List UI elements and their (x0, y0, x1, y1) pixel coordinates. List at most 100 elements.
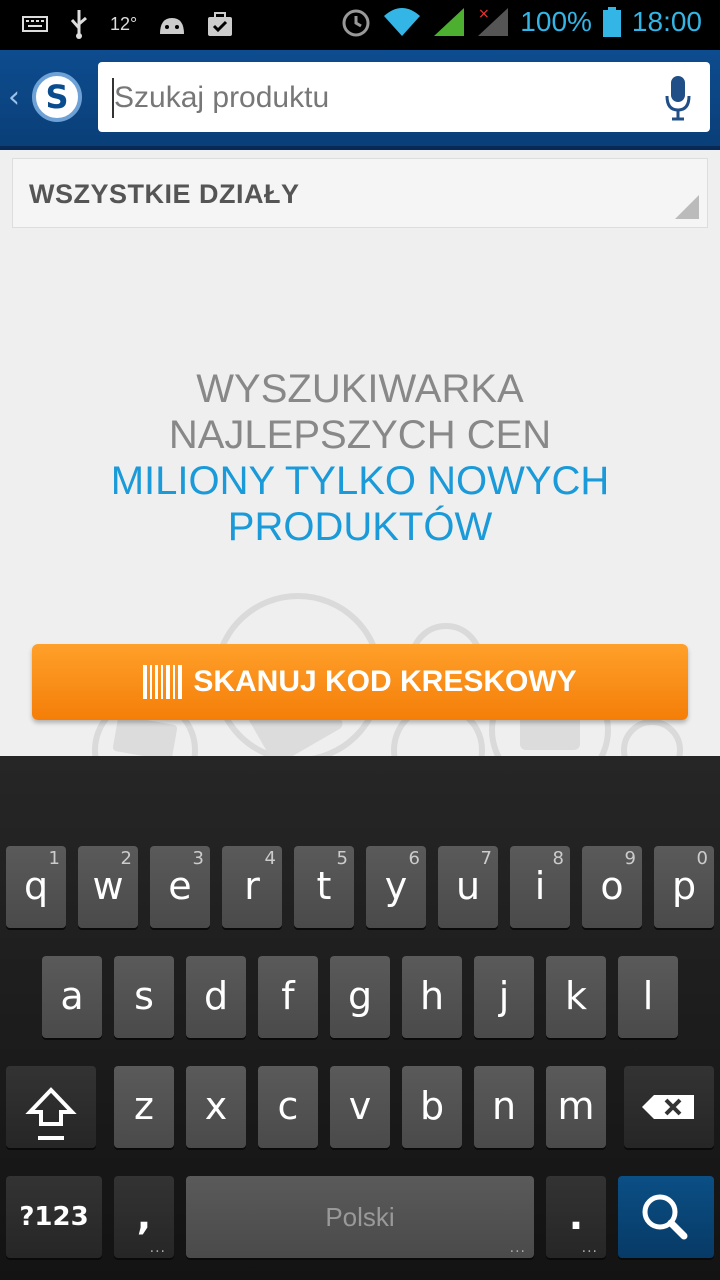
key-m[interactable]: m (546, 1066, 606, 1148)
key-z[interactable]: z (114, 1066, 174, 1148)
key-label: c (277, 1084, 299, 1128)
key-g[interactable]: g (330, 956, 390, 1038)
comma-label: , (136, 1194, 152, 1238)
key-label: i (534, 864, 546, 908)
key-label: k (564, 974, 587, 1018)
briefcase-check-icon (208, 12, 233, 36)
key-p[interactable]: 0p (654, 846, 714, 928)
wifi-icon (384, 8, 421, 36)
key-h[interactable]: h (402, 956, 462, 1038)
key-x[interactable]: x (186, 1066, 246, 1148)
android-icon (160, 18, 185, 34)
key-k[interactable]: k (546, 956, 606, 1038)
comma-key[interactable]: , ... (114, 1176, 174, 1258)
key-label: a (60, 974, 84, 1018)
period-label: . (568, 1194, 584, 1238)
space-language-label: Polski (325, 1202, 395, 1232)
key-t[interactable]: 5t (294, 846, 354, 928)
back-chevron-icon[interactable]: ‹ (8, 80, 20, 115)
headline-line3: MILIONY TYLKO NOWYCH (110, 459, 610, 503)
key-label: l (642, 974, 654, 1018)
temperature-text: 12° (110, 13, 138, 34)
barcode-icon (143, 665, 183, 699)
scan-button-label: SKANUJ KOD KRESKOWY (193, 665, 577, 698)
key-label: f (281, 974, 295, 1018)
logo-letter: S (45, 78, 69, 116)
search-icon (642, 1194, 688, 1240)
key-r[interactable]: 4r (222, 846, 282, 928)
key-u[interactable]: 7u (438, 846, 498, 928)
spinner-arrow-icon (675, 195, 699, 219)
key-label: g (347, 974, 373, 1018)
key-label: x (204, 1084, 228, 1128)
keyboard-icon (22, 16, 48, 32)
key-label: t (316, 864, 332, 908)
key-label: b (419, 1084, 445, 1128)
key-n[interactable]: n (474, 1066, 534, 1148)
key-v[interactable]: v (330, 1066, 390, 1148)
backspace-icon (642, 1095, 694, 1119)
key-label: y (384, 864, 408, 908)
key-i[interactable]: 8i (510, 846, 570, 928)
key-label: q (23, 864, 49, 908)
search-input[interactable] (112, 72, 636, 124)
headline: WYSZUKIWARKA NAJLEPSZYCH CEN MILIONY TYL… (0, 366, 720, 550)
search-key[interactable] (618, 1176, 714, 1258)
usb-icon (70, 10, 87, 39)
text-cursor (112, 78, 114, 118)
signal-icon (434, 8, 465, 36)
deco-tablet-icon (112, 715, 178, 756)
key-label: j (498, 974, 510, 1018)
key-label: e (168, 864, 192, 908)
soft-keyboard: 1q 2w 3e 4r 5t 6y 7u 8i 9o 0p a s d f g … (0, 756, 720, 1280)
headline-line4: PRODUKTÓW (227, 505, 493, 549)
app-logo[interactable]: S (32, 72, 82, 122)
shift-key[interactable] (6, 1066, 96, 1148)
key-label: h (419, 974, 445, 1018)
more-dots-icon: ... (509, 1240, 526, 1256)
backspace-key[interactable] (624, 1066, 714, 1148)
alarm-icon (342, 9, 370, 37)
department-spinner[interactable]: WSZYSTKIE DZIAŁY (12, 158, 708, 228)
key-label: z (134, 1084, 154, 1128)
symbols-key[interactable]: ?123 (6, 1176, 102, 1258)
svg-text:×: × (478, 6, 490, 22)
search-box[interactable] (98, 62, 710, 132)
key-o[interactable]: 9o (582, 846, 642, 928)
shift-arrow-icon (25, 1087, 77, 1140)
deco-circle-right-icon (621, 719, 683, 756)
more-dots-icon: ... (149, 1240, 166, 1256)
key-label: v (348, 1084, 372, 1128)
key-e[interactable]: 3e (150, 846, 210, 928)
key-a[interactable]: a (42, 956, 102, 1038)
period-key[interactable]: . ... (546, 1176, 606, 1258)
key-w[interactable]: 2w (78, 846, 138, 928)
key-b[interactable]: b (402, 1066, 462, 1148)
key-d[interactable]: d (186, 956, 246, 1038)
status-bar: 12° × 100% 18:00 (0, 0, 720, 50)
scan-barcode-button[interactable]: SKANUJ KOD KRESKOWY (32, 644, 688, 720)
key-label: d (203, 974, 229, 1018)
key-label: p (671, 864, 697, 908)
space-key[interactable]: Polski ... (186, 1176, 534, 1258)
key-c[interactable]: c (258, 1066, 318, 1148)
clock: 18:00 (631, 6, 702, 37)
key-s[interactable]: s (114, 956, 174, 1038)
key-l[interactable]: l (618, 956, 678, 1038)
key-q[interactable]: 1q (6, 846, 66, 928)
key-f[interactable]: f (258, 956, 318, 1038)
department-label: WSZYSTKIE DZIAŁY (29, 179, 300, 209)
headline-line2: NAJLEPSZYCH CEN (168, 413, 552, 457)
key-y[interactable]: 6y (366, 846, 426, 928)
battery-icon (602, 7, 621, 37)
key-label: m (557, 1084, 595, 1128)
battery-percent: 100% (520, 6, 592, 37)
microphone-icon[interactable] (664, 74, 692, 122)
signal-no-data-icon: × (478, 6, 509, 36)
key-label: u (455, 864, 481, 908)
symbols-label: ?123 (19, 1202, 89, 1232)
key-label: r (244, 864, 260, 908)
key-label: w (92, 864, 124, 908)
more-dots-icon: ... (581, 1240, 598, 1256)
key-j[interactable]: j (474, 956, 534, 1038)
